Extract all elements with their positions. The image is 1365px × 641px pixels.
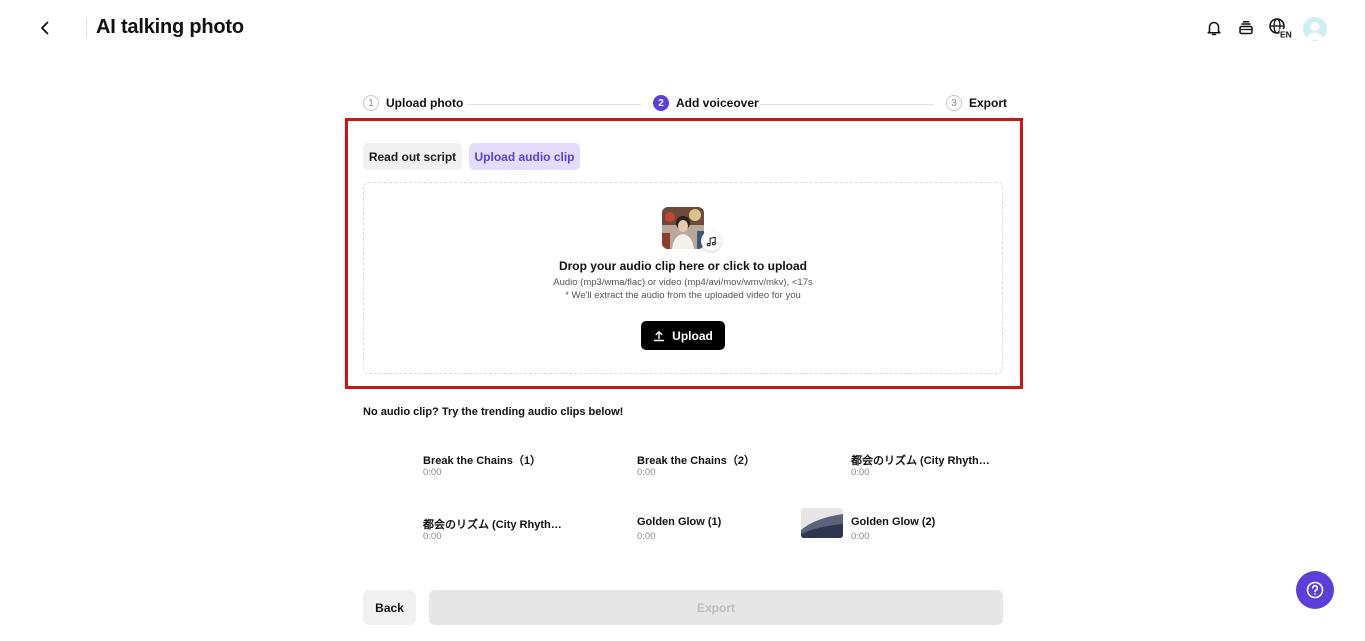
avatar[interactable] (1303, 17, 1327, 41)
upload-icon (653, 330, 665, 341)
tab-upload-audio-clip[interactable]: Upload audio clip (469, 143, 580, 170)
audio-clip-item[interactable]: 都会のリズム (City Rhythm... 0:00 (363, 516, 563, 556)
audio-dropzone[interactable]: Drop your audio clip here or click to up… (363, 182, 1003, 374)
audio-clip-item[interactable]: Break the Chains（1） 0:00 (363, 452, 563, 492)
clip-title: Break the Chains（2） (637, 455, 755, 467)
progress-steps: 1 Upload photo 2 Add voiceover 3 Export (363, 95, 1007, 113)
back-arrow-icon[interactable] (33, 16, 57, 40)
music-note-icon (701, 231, 721, 251)
tab-read-out-script[interactable]: Read out script (363, 143, 462, 170)
layers-icon[interactable] (1235, 17, 1257, 39)
upload-button[interactable]: Upload (641, 321, 725, 350)
step-number: 3 (946, 95, 962, 111)
step-upload-photo: 1 Upload photo (363, 95, 463, 111)
clip-duration: 0:00 (637, 467, 656, 478)
header-divider (86, 18, 87, 38)
step-label: Upload photo (386, 96, 464, 110)
globe-icon[interactable]: EN (1267, 17, 1293, 39)
clip-duration: 0:00 (637, 531, 656, 542)
clip-title: Golden Glow (2) (851, 516, 936, 528)
audio-clip-item[interactable]: 都会のリズム (City Rhythm... 0:00 (791, 452, 991, 492)
step-number: 1 (363, 95, 379, 111)
sample-photo-thumbnail (662, 207, 704, 249)
help-icon[interactable] (1296, 571, 1334, 609)
language-badge: EN (1280, 30, 1292, 40)
export-button[interactable]: Export (429, 590, 1003, 625)
upload-button-label: Upload (672, 328, 713, 343)
step-add-voiceover: 2 Add voiceover (653, 95, 759, 111)
step-label: Export (969, 96, 1008, 110)
clip-duration: 0:00 (851, 467, 870, 478)
step-number: 2 (653, 95, 669, 111)
clip-duration: 0:00 (423, 531, 442, 542)
trending-heading: No audio clip? Try the trending audio cl… (363, 406, 624, 418)
dropzone-title: Drop your audio clip here or click to up… (558, 259, 808, 273)
clip-title: Golden Glow (1) (637, 516, 722, 528)
bell-icon[interactable] (1203, 17, 1225, 39)
step-export: 3 Export (946, 95, 1007, 111)
clip-title: 都会のリズム (City Rhythm... (423, 519, 563, 531)
page-title: AI talking photo (96, 16, 244, 38)
back-button[interactable]: Back (363, 590, 416, 625)
clip-thumbnail (801, 508, 843, 538)
top-header: AI talking photo EN (0, 0, 1365, 58)
step-connector (467, 104, 641, 105)
audio-clip-item[interactable]: Break the Chains（2） 0:00 (577, 452, 777, 492)
clip-duration: 0:00 (423, 467, 442, 478)
audio-clip-item[interactable]: Golden Glow (2) 0:00 (791, 508, 991, 556)
audio-clip-item[interactable]: Golden Glow (1) 0:00 (577, 516, 777, 556)
dropzone-note: * We'll extract the audio from the uploa… (565, 290, 801, 301)
dropzone-formats: Audio (mp3/wma/flac) or video (mp4/avi/m… (553, 277, 813, 288)
clip-title: 都会のリズム (City Rhythm... (851, 455, 991, 467)
step-connector (760, 104, 934, 105)
step-label: Add voiceover (676, 96, 759, 110)
clip-title: Break the Chains（1） (423, 455, 541, 467)
clip-duration: 0:00 (851, 531, 870, 542)
